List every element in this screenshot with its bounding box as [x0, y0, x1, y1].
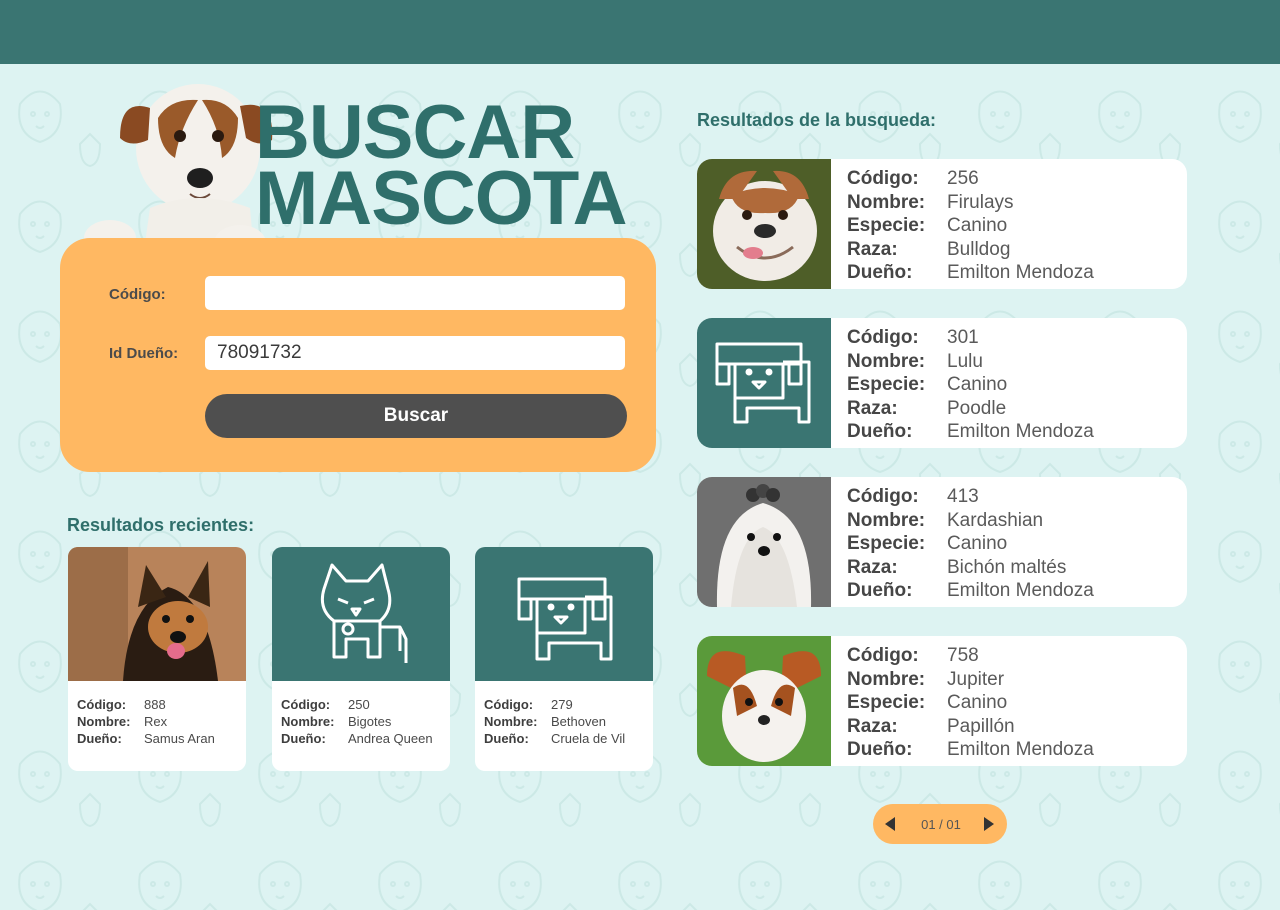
result-card-info: Código: 256 Nombre: Firulays Especie: Canin…	[847, 167, 1094, 285]
top-bar	[0, 0, 1280, 64]
recent-card-1[interactable]: Código: 888 Nombre: Rex Dueño: Samus Aran	[68, 547, 246, 771]
dueno-value: Emilton Mendoza	[947, 739, 1094, 760]
dueno-value: Emilton Mendoza	[947, 421, 1094, 442]
search-panel: Código: Id Dueño: Buscar	[60, 238, 656, 472]
nombre-value: Bethoven	[551, 714, 606, 729]
nombre-label: Nombre:	[484, 714, 538, 729]
german-shepherd-photo	[68, 547, 246, 681]
dueno-value: Samus Aran	[144, 731, 215, 746]
result-card-4[interactable]: Código: 758 Nombre: Jupiter Especie: Canino…	[697, 636, 1187, 766]
page-title: BUSCAR MASCOTA	[255, 95, 628, 241]
nombre-value: Bigotes	[348, 714, 392, 729]
codigo-label: Código:	[484, 697, 534, 712]
result-card-1[interactable]: Código: 256 Nombre: Firulays Especie: Canin…	[697, 159, 1187, 289]
especie-label: Especie:	[847, 692, 926, 713]
especie-value: Canino	[947, 692, 1008, 713]
title-line-2: MASCOTA	[255, 156, 628, 241]
nombre-value: Kardashian	[947, 509, 1044, 531]
codigo-label: Código:	[847, 486, 919, 507]
nombre-label: Nombre:	[847, 509, 926, 531]
dueno-value: Emilton Mendoza	[947, 262, 1094, 283]
result-card-info: Código: 413 Nombre: Kardashian Especie: Can…	[847, 485, 1094, 603]
dueno-label: Dueño:	[847, 580, 913, 601]
recent-card-3[interactable]: Código: 279 Nombre: Bethoven Dueño: Cruela …	[475, 547, 653, 771]
recent-card-info: Código: 888 Nombre: Rex Dueño: Samus Aran	[77, 696, 215, 747]
nombre-label: Nombre:	[281, 714, 335, 729]
raza-label: Raza:	[847, 715, 898, 737]
especie-label: Especie:	[847, 215, 926, 236]
codigo-value: 256	[947, 168, 979, 189]
nombre-label: Nombre:	[847, 668, 926, 690]
dueno-value: Cruela de Vil	[551, 731, 626, 746]
raza-label: Raza:	[847, 397, 898, 419]
pagination: 01 / 01	[873, 804, 1007, 844]
raza-value: Poodle	[947, 397, 1007, 419]
recent-card-info: Código: 279 Nombre: Bethoven Dueño: Cruela …	[484, 696, 625, 747]
search-results-title: Resultados de la busqueda:	[697, 110, 937, 130]
result-card-3[interactable]: Código: 413 Nombre: Kardashian Especie: Can…	[697, 477, 1187, 607]
codigo-label: Código:	[847, 168, 919, 189]
especie-label: Especie:	[847, 374, 926, 395]
dueno-value: Emilton Mendoza	[947, 580, 1094, 601]
raza-label: Raza:	[847, 556, 898, 578]
nombre-label: Nombre:	[77, 714, 131, 729]
dueno-label: Dueño:	[847, 421, 913, 442]
maltese-photo	[697, 477, 831, 607]
codigo-input[interactable]	[205, 276, 625, 310]
especie-value: Canino	[947, 533, 1008, 554]
codigo-label: Código:	[281, 697, 331, 712]
dueno-label: Dueño:	[847, 262, 913, 283]
codigo-label: Código:	[847, 327, 919, 348]
especie-value: Canino	[947, 215, 1008, 236]
search-button[interactable]: Buscar	[205, 394, 627, 438]
dueno-label: Dueño:	[77, 731, 122, 746]
raza-value: Bichón maltés	[947, 556, 1067, 578]
dueno-label: Dueño:	[484, 731, 529, 746]
dueno-value: Andrea Queen	[348, 731, 433, 746]
raza-value: Bulldog	[947, 238, 1011, 260]
codigo-value: 279	[551, 697, 573, 712]
page-indicator: 01 / 01	[921, 817, 961, 832]
nombre-label: Nombre:	[847, 350, 926, 372]
recent-card-2[interactable]: Código: 250 Nombre: Bigotes Dueño: Andrea Q…	[272, 547, 450, 771]
nombre-value: Firulays	[947, 191, 1014, 213]
codigo-label: Código:	[847, 645, 919, 666]
dueno-label: Dueño:	[281, 731, 326, 746]
especie-label: Especie:	[847, 533, 926, 554]
nombre-value: Jupiter	[947, 668, 1005, 690]
papillon-photo	[697, 636, 831, 766]
dueno-label: Dueño:	[847, 739, 913, 760]
codigo-value: 888	[144, 697, 166, 712]
nombre-label: Nombre:	[847, 191, 926, 213]
especie-value: Canino	[947, 374, 1008, 395]
codigo-value: 301	[947, 327, 979, 348]
owner-id-input[interactable]	[205, 336, 625, 370]
codigo-label: Código:	[77, 697, 127, 712]
dog-icon	[697, 318, 831, 448]
recent-card-info: Código: 250 Nombre: Bigotes Dueño: Andrea Q…	[281, 696, 433, 747]
codigo-value: 250	[348, 697, 370, 712]
dog-icon	[475, 547, 653, 681]
nombre-value: Rex	[144, 714, 168, 729]
codigo-value: 758	[947, 645, 979, 666]
codigo-value: 413	[947, 486, 979, 507]
codigo-label: Código:	[109, 286, 166, 303]
bulldog-photo	[697, 159, 831, 289]
recent-results-title: Resultados recientes:	[67, 515, 255, 535]
cat-icon	[272, 547, 450, 681]
nombre-value: Lulu	[947, 350, 983, 372]
result-card-info: Código: 758 Nombre: Jupiter Especie: Canino…	[847, 644, 1094, 762]
raza-value: Papillón	[947, 715, 1015, 737]
result-card-2[interactable]: Código: 301 Nombre: Lulu Especie: Canino Ra…	[697, 318, 1187, 448]
result-card-info: Código: 301 Nombre: Lulu Especie: Canino Ra…	[847, 326, 1094, 444]
triangle-right-icon[interactable]	[982, 816, 996, 832]
owner-id-label: Id Dueño:	[109, 345, 179, 362]
triangle-left-icon[interactable]	[883, 816, 897, 832]
raza-label: Raza:	[847, 238, 898, 260]
